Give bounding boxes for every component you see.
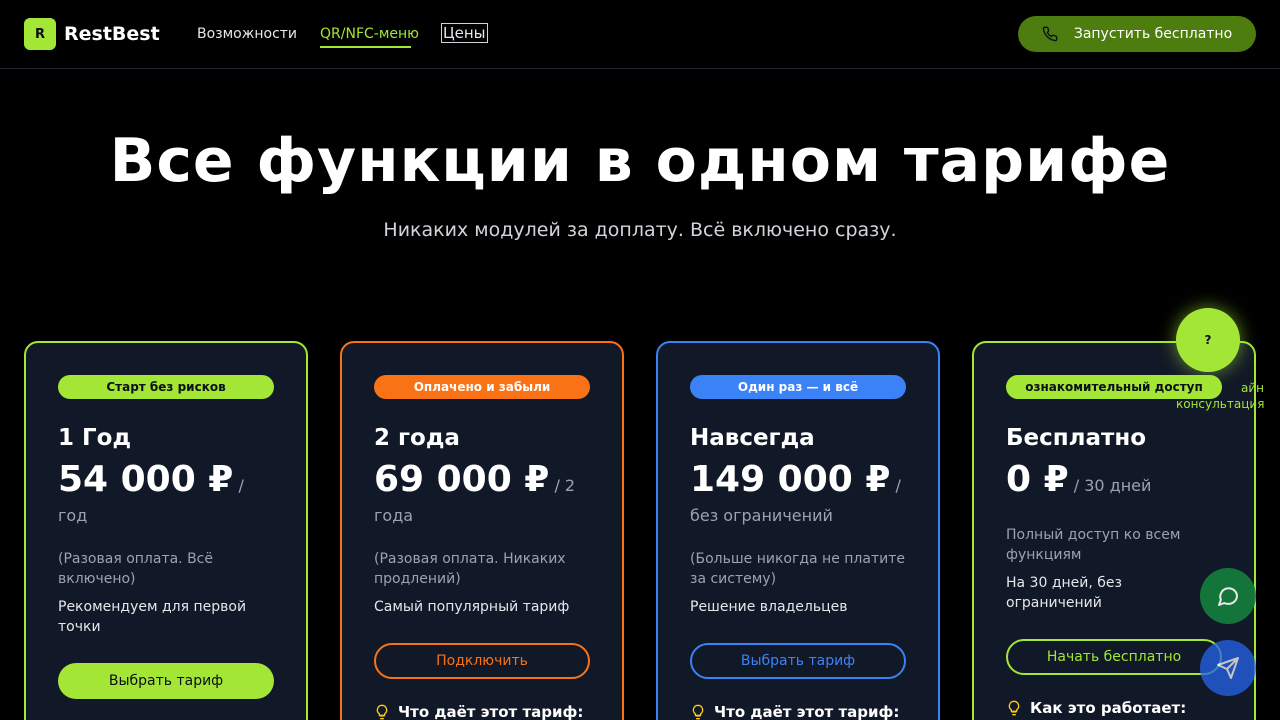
telegram-button[interactable]	[1200, 640, 1256, 696]
connect-button[interactable]: Подключить	[374, 643, 590, 679]
consultation-help-button[interactable]: ?	[1176, 308, 1240, 372]
logo-text: RestBest	[64, 23, 160, 45]
plan-price: 69 000 ₽	[374, 459, 550, 500]
plan-name: 1 Год	[58, 425, 132, 451]
choose-plan-button[interactable]: Выбрать тариф	[58, 663, 274, 699]
plan-badge: Оплачено и забыли	[374, 375, 590, 399]
main-nav: Возможности QR/NFC-меню Цены	[197, 23, 510, 48]
plan-note: Рекомендуем для первой точки	[58, 599, 247, 635]
chat-button[interactable]	[1200, 568, 1256, 624]
page-title: Все функции в одном тарифе	[109, 126, 1171, 196]
price-row: 69 000 ₽ / 2 года	[374, 462, 590, 531]
plan-badge: Один раз — и всё	[690, 375, 906, 399]
choose-plan-button[interactable]: Выбрать тариф	[690, 643, 906, 679]
plan-card-1-year: Старт без рисков 1 Год 54 000 ₽ / год (Р…	[24, 341, 308, 720]
features-heading-text: Что даёт этот тариф:	[714, 703, 900, 720]
plan-description: Полный доступ ко всем функциям	[1006, 527, 1181, 563]
features-heading-text: Что даёт этот тариф:	[398, 703, 584, 720]
plan-card-forever: Один раз — и всё Навсегда 149 000 ₽ / бе…	[656, 341, 940, 720]
plan-note: Самый популярный тариф	[374, 599, 570, 615]
nav-link-features[interactable]: Возможности	[197, 26, 297, 42]
plan-name: Навсегда	[690, 425, 815, 451]
nav-link-qr-menu[interactable]: QR/NFC-меню	[320, 26, 419, 48]
plan-price: 54 000 ₽	[58, 459, 234, 500]
plan-card-2-years: Оплачено и забыли 2 года 69 000 ₽ / 2 го…	[340, 341, 624, 720]
price-row: 0 ₽ / 30 дней	[1006, 462, 1222, 501]
lightbulb-icon	[692, 704, 704, 720]
plan-period: / 30 дней	[1068, 476, 1152, 495]
plan-note: Решение владельцев	[690, 599, 848, 615]
plan-note: На 30 дней, без ограничений	[1006, 575, 1122, 611]
logo[interactable]: R RestBest	[24, 18, 160, 50]
send-icon	[1217, 657, 1239, 679]
plan-description: (Разовая оплата. Никаких продлений)	[374, 551, 566, 587]
features-heading: Как это работает:	[1006, 699, 1186, 717]
plan-description: (Разовая оплата. Всё включено)	[58, 551, 213, 587]
phone-icon	[1042, 26, 1058, 42]
chat-icon	[1218, 587, 1239, 606]
price-row: 54 000 ₽ / год	[58, 462, 274, 531]
features-heading-text: Как это работает:	[1030, 699, 1187, 717]
lightbulb-icon	[376, 704, 388, 720]
start-free-button[interactable]: Начать бесплатно	[1006, 639, 1222, 675]
plan-name: Бесплатно	[1006, 425, 1147, 451]
page-subtitle: Никаких модулей за доплату. Всё включено…	[383, 219, 897, 241]
consultation-label[interactable]: айн консультация	[1176, 380, 1264, 412]
plan-price: 0 ₽	[1006, 459, 1069, 500]
features-heading: Что даёт этот тариф:	[374, 703, 583, 720]
price-row: 149 000 ₽ / без ограничений	[690, 462, 906, 531]
lightbulb-icon	[1008, 700, 1020, 716]
nav-link-prices[interactable]: Цены	[440, 23, 488, 43]
plan-name: 2 года	[374, 425, 460, 451]
plan-description: (Больше никогда не платите за систему)	[690, 551, 905, 587]
plan-badge: Старт без рисков	[58, 375, 274, 399]
site-header: R RestBest Возможности QR/NFC-меню Цены …	[0, 0, 1280, 69]
plan-price: 149 000 ₽	[690, 459, 891, 500]
features-heading: Что даёт этот тариф:	[690, 703, 899, 720]
launch-free-button[interactable]: Запустить бесплатно	[1018, 16, 1256, 52]
launch-free-label: Запустить бесплатно	[1073, 26, 1233, 42]
logo-mark: R	[24, 18, 56, 50]
